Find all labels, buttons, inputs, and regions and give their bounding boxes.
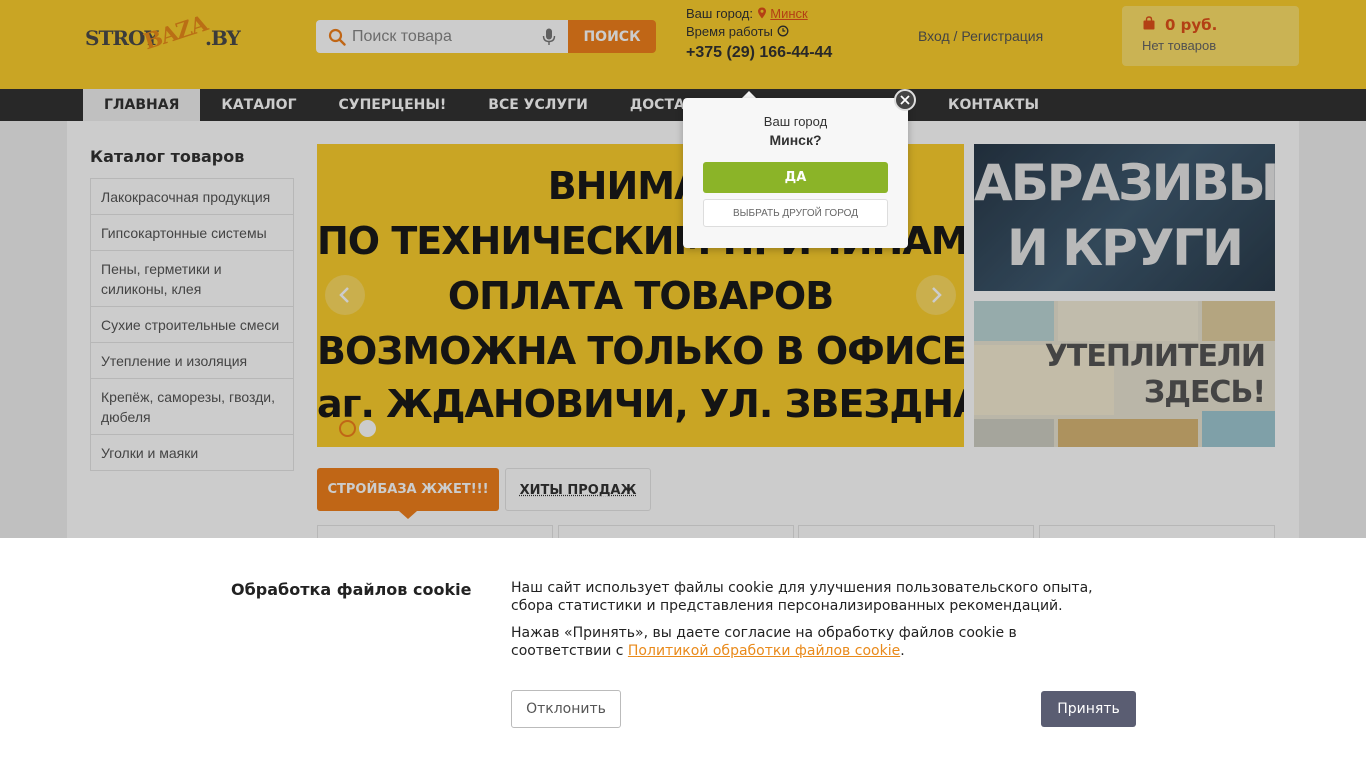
city-popup-close-button[interactable] xyxy=(894,89,916,111)
city-confirm-yes-button[interactable]: ДА xyxy=(703,162,888,193)
city-popup-city: Минск? xyxy=(769,132,822,148)
city-confirm-popup: Ваш город Минск? ДА ВЫБРАТЬ ДРУГОЙ ГОРОД xyxy=(683,98,908,248)
cookie-description: Наш сайт использует файлы cookie для улу… xyxy=(511,580,1093,614)
city-popup-caret xyxy=(742,91,756,98)
city-popup-question: Ваш город xyxy=(763,114,828,129)
cookie-consent-text: Нажав «Принять», вы даете согласие на об… xyxy=(511,624,1111,660)
cookie-accept-button[interactable]: Принять xyxy=(1041,691,1136,727)
close-icon xyxy=(900,95,910,105)
cookie-decline-button[interactable]: Отклонить xyxy=(511,690,621,728)
cookie-title: Обработка файлов cookie xyxy=(231,580,472,599)
choose-other-city-button[interactable]: ВЫБРАТЬ ДРУГОЙ ГОРОД xyxy=(703,199,888,227)
cookie-consent-suffix: . xyxy=(900,643,905,659)
cookie-policy-link[interactable]: Политикой обработки файлов cookie xyxy=(628,643,900,659)
cookie-banner: Обработка файлов cookie Наш сайт использ… xyxy=(0,538,1366,768)
